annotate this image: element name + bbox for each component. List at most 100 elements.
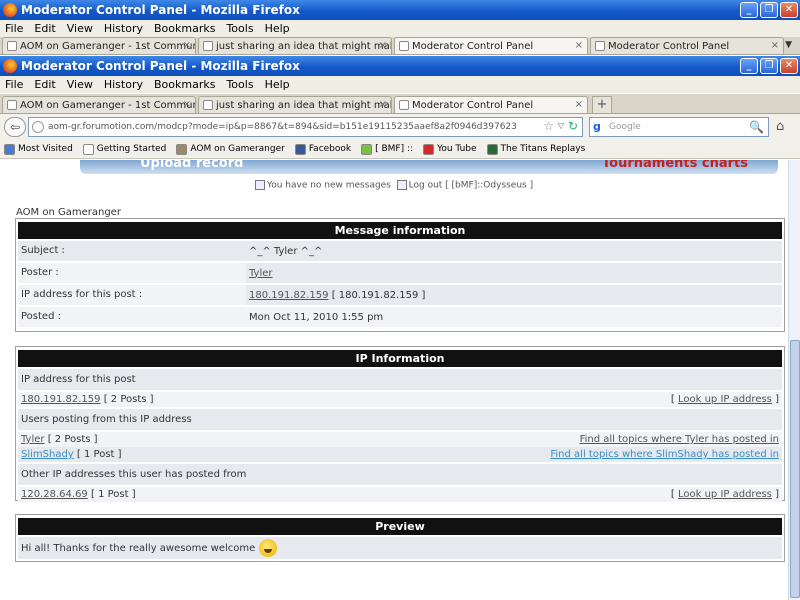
- find-topics-link[interactable]: Find all topics where Tyler has posted i…: [580, 434, 779, 445]
- search-placeholder[interactable]: Google: [609, 122, 641, 132]
- bookmark-star-icon[interactable]: ☆: [543, 119, 554, 133]
- tab-close-icon[interactable]: ×: [575, 99, 583, 110]
- close-button[interactable]: ✕: [780, 2, 798, 18]
- page-icon: [203, 41, 213, 51]
- bookmark-icon: [176, 143, 188, 155]
- new-tab-button[interactable]: +: [592, 96, 612, 113]
- lookup-ip-link[interactable]: Look up IP address: [678, 489, 772, 500]
- scrollbar-thumb[interactable]: [790, 340, 800, 598]
- menu-history[interactable]: History: [104, 22, 143, 35]
- close-button[interactable]: ✕: [780, 58, 798, 74]
- ip-link[interactable]: 120.28.64.69: [21, 489, 88, 500]
- minimize-button[interactable]: _: [740, 2, 758, 18]
- tab-moderator-panel[interactable]: Moderator Control Panel ×: [394, 96, 588, 113]
- bookmark-item[interactable]: The Titans Replays: [486, 143, 585, 155]
- smiley-icon: [259, 539, 278, 557]
- menu-history[interactable]: History: [104, 78, 143, 91]
- search-bar[interactable]: g Google 🔍: [589, 117, 769, 137]
- tab-list-arrow-icon[interactable]: ▼: [785, 40, 792, 50]
- preview-text: Hi all! Thanks for the really awesome we…: [21, 542, 256, 554]
- menu-tools[interactable]: Tools: [226, 78, 253, 91]
- navigation-toolbar: ⇦ aom-gr.forumotion.com/modcp?mode=ip&p=…: [0, 114, 800, 140]
- tab-close-icon[interactable]: ×: [183, 99, 191, 110]
- minimize-button[interactable]: _: [740, 58, 758, 74]
- bookmark-item[interactable]: Getting Started: [82, 143, 166, 155]
- ip-link[interactable]: 180.191.82.159: [21, 394, 101, 405]
- maximize-button[interactable]: ❐: [760, 58, 778, 74]
- upload-record-link[interactable]: Upload record: [140, 160, 243, 171]
- site-name[interactable]: AOM on Gameranger: [16, 207, 121, 218]
- url-text[interactable]: aom-gr.forumotion.com/modcp?mode=ip&p=88…: [48, 122, 517, 132]
- maximize-button[interactable]: ❐: [760, 2, 778, 18]
- menu-tools[interactable]: Tools: [226, 22, 253, 35]
- menu-edit[interactable]: Edit: [34, 78, 55, 91]
- bookmarks-toolbar: Most Visited Getting Started AOM on Gamera…: [0, 140, 800, 159]
- message-info-header: Message information: [18, 222, 782, 239]
- bookmark-item[interactable]: Most Visited: [4, 143, 73, 155]
- menu-view[interactable]: View: [67, 22, 93, 35]
- back-button[interactable]: ⇦: [4, 117, 26, 137]
- posted-row: Posted : Mon Oct 11, 2010 1:55 pm: [18, 307, 782, 327]
- tab-moderator-panel-2[interactable]: Moderator Control Panel ×: [590, 37, 784, 54]
- preview-panel: Preview Hi all! Thanks for the really aw…: [15, 514, 785, 562]
- menubar: File Edit View History Bookmarks Tools H…: [0, 76, 800, 93]
- user-row: SlimShady [ 1 Post ] Find all topics whe…: [18, 447, 782, 462]
- tab-moderator-panel[interactable]: Moderator Control Panel ×: [394, 37, 588, 54]
- logout-link[interactable]: Log out [ [bMF]::Odysseus ]: [409, 181, 533, 191]
- menu-file[interactable]: File: [5, 22, 23, 35]
- menu-view[interactable]: View: [67, 78, 93, 91]
- window-title: Moderator Control Panel - Mozilla Firefo…: [21, 59, 300, 73]
- user-link[interactable]: SlimShady: [21, 449, 74, 460]
- preview-header: Preview: [18, 518, 782, 535]
- bookmark-icon: [486, 143, 498, 155]
- google-icon[interactable]: g: [593, 120, 607, 134]
- tab-close-icon[interactable]: ×: [575, 40, 583, 51]
- user-row: Tyler [ 2 Posts ] Find all topics where …: [18, 432, 782, 447]
- tab-aom-community[interactable]: AOM on Gameranger - 1st Community - P...…: [2, 96, 196, 113]
- bookmark-item[interactable]: Facebook: [294, 143, 351, 155]
- tab-close-icon[interactable]: ×: [379, 99, 387, 110]
- poster-row: Poster : Tyler: [18, 263, 782, 283]
- menu-edit[interactable]: Edit: [34, 22, 55, 35]
- site-identity-icon[interactable]: [32, 121, 44, 133]
- tournaments-charts-link[interactable]: Tournaments charts: [602, 160, 748, 171]
- bookmark-icon: [423, 143, 435, 155]
- bookmark-item[interactable]: AOM on Gameranger: [176, 143, 285, 155]
- page-icon: [7, 100, 17, 110]
- bookmark-item[interactable]: [ BMF] ::: [361, 143, 413, 155]
- tab-close-icon[interactable]: ×: [183, 40, 191, 51]
- find-topics-link[interactable]: Find all topics where SlimShady has post…: [550, 449, 779, 460]
- tab-close-icon[interactable]: ×: [379, 40, 387, 51]
- preview-body: Hi all! Thanks for the really awesome we…: [18, 537, 782, 559]
- ip-info-header: IP Information: [18, 350, 782, 367]
- firefox-icon: [3, 59, 17, 73]
- page-scrollbar[interactable]: [788, 160, 800, 600]
- user-link[interactable]: Tyler: [21, 434, 45, 445]
- url-dropdown-icon[interactable]: ▽: [558, 121, 564, 130]
- menu-bookmarks[interactable]: Bookmarks: [154, 78, 215, 91]
- bookmark-icon: [82, 143, 94, 155]
- tab-sharing-idea[interactable]: just sharing an idea that might make aom…: [198, 37, 392, 54]
- messages-link[interactable]: You have no new messages: [267, 181, 391, 191]
- other-ips-heading: Other IP addresses this user has posted …: [18, 464, 782, 485]
- bookmark-item[interactable]: You Tube: [423, 143, 477, 155]
- back-window-titlebar: Moderator Control Panel - Mozilla Firefo…: [0, 0, 800, 20]
- url-bar[interactable]: aom-gr.forumotion.com/modcp?mode=ip&p=88…: [28, 117, 583, 137]
- tab-close-icon[interactable]: ×: [771, 40, 779, 51]
- message-info-panel: Message information Subject : ^_^ Tyler …: [15, 218, 785, 332]
- ip-link[interactable]: 180.191.82.159: [249, 290, 329, 301]
- lookup-ip-link[interactable]: Look up IP address: [678, 394, 772, 405]
- tab-aom-community[interactable]: AOM on Gameranger - 1st Community - P...…: [2, 37, 196, 54]
- tab-sharing-idea[interactable]: just sharing an idea that might make aom…: [198, 96, 392, 113]
- reload-icon[interactable]: ↻: [568, 119, 578, 133]
- menu-file[interactable]: File: [5, 78, 23, 91]
- ip-row: IP address for this post : 180.191.82.15…: [18, 285, 782, 305]
- ip-section-heading: IP address for this post: [18, 369, 782, 390]
- home-icon[interactable]: ⌂: [776, 119, 784, 134]
- menu-help[interactable]: Help: [265, 22, 290, 35]
- page-icon: [7, 41, 17, 51]
- menu-bookmarks[interactable]: Bookmarks: [154, 22, 215, 35]
- poster-link[interactable]: Tyler: [249, 268, 273, 279]
- menu-help[interactable]: Help: [265, 78, 290, 91]
- search-icon[interactable]: 🔍: [749, 120, 764, 134]
